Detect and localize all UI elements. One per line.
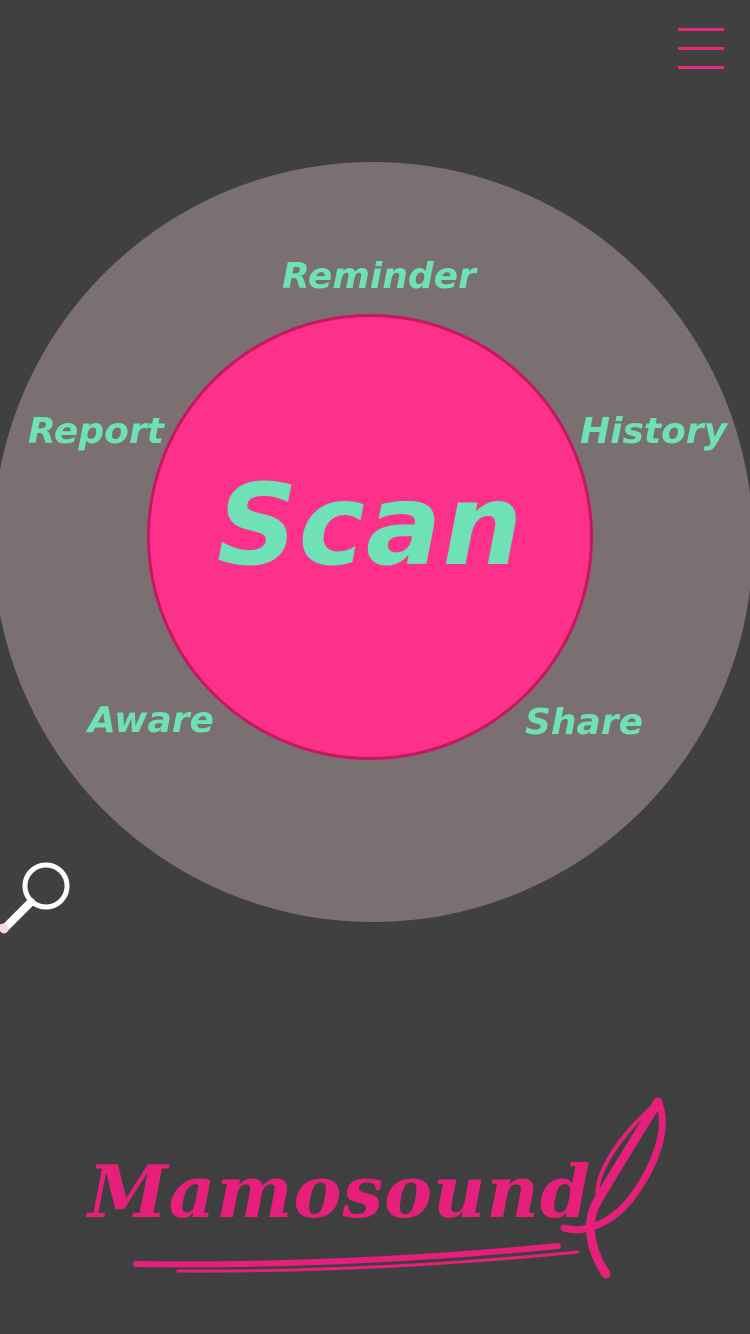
scan-button[interactable] xyxy=(147,314,593,760)
history-link[interactable]: History xyxy=(580,414,727,450)
search-button[interactable] xyxy=(0,856,76,936)
reminder-link[interactable]: Reminder xyxy=(282,259,476,295)
aware-link[interactable]: Aware xyxy=(88,703,214,739)
menu-icon-bar xyxy=(678,66,724,69)
menu-icon-bar xyxy=(678,47,724,50)
magnifier-icon xyxy=(0,862,70,934)
logo-text: Mamosound xyxy=(88,1149,592,1234)
menu-button[interactable] xyxy=(678,28,724,72)
share-link[interactable]: Share xyxy=(525,705,643,741)
report-link[interactable]: Report xyxy=(28,414,164,450)
menu-icon-bar xyxy=(678,28,724,31)
